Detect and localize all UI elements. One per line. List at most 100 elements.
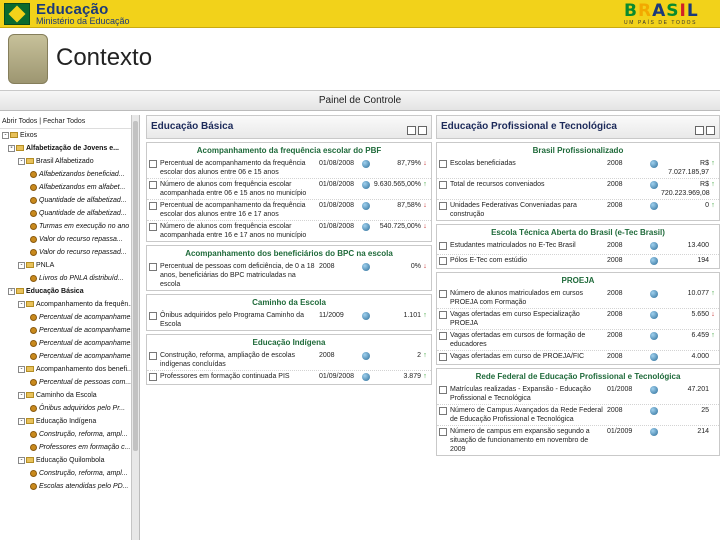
globe-icon[interactable] [650, 242, 658, 250]
indicator-description[interactable]: Estudantes matriculados no E-Tec Brasil [450, 241, 604, 250]
globe-icon[interactable] [362, 202, 370, 210]
indicator-description[interactable]: Número de alunos com frequência escolar … [160, 180, 316, 198]
tree-item[interactable]: Percentual de acompanhame... [0, 311, 139, 324]
row-checkbox[interactable] [149, 223, 157, 231]
row-checkbox[interactable] [149, 352, 157, 360]
expand-toggle-icon[interactable]: - [18, 417, 25, 425]
tree-item[interactable]: Percentual de acompanhame... [0, 350, 139, 363]
globe-icon[interactable] [650, 181, 658, 189]
row-checkbox[interactable] [439, 407, 447, 415]
indicator-description[interactable]: Ônibus adquiridos pelo Programa Caminho … [160, 311, 316, 329]
tree-scroll-thumb[interactable] [133, 121, 138, 451]
tree-item[interactable]: - Eixos [0, 129, 139, 142]
row-checkbox[interactable] [439, 332, 447, 340]
expand-toggle-icon[interactable]: - [2, 131, 9, 139]
indicator-description[interactable]: Número de campus em expansão segundo a s… [450, 427, 604, 454]
row-checkbox[interactable] [439, 428, 447, 436]
indicator-description[interactable]: Professores em formação continuada PIS [160, 372, 316, 381]
row-checkbox[interactable] [439, 181, 447, 189]
indicator-description[interactable]: Pólos E-Tec com estúdio [450, 256, 604, 265]
row-checkbox[interactable] [149, 312, 157, 320]
globe-icon[interactable] [650, 311, 658, 319]
indicator-description[interactable]: Percentual de acompanhamento da frequênc… [160, 201, 316, 219]
tree-item[interactable]: - Alfabetização de Jovens e... [0, 142, 139, 155]
row-checkbox[interactable] [149, 263, 157, 271]
tree-item[interactable]: Valor do recurso repassad... [0, 246, 139, 259]
tree-item[interactable]: - Caminho da Escola [0, 389, 139, 402]
expand-toggle-icon[interactable]: - [8, 287, 15, 295]
indicator-description[interactable]: Vagas ofertadas em curso Especialização … [450, 310, 604, 328]
row-checkbox[interactable] [439, 202, 447, 210]
globe-icon[interactable] [362, 373, 370, 381]
tree-toolbar[interactable]: Abrir Todos | Fechar Todos [0, 115, 139, 129]
tree-item[interactable]: - Acompanhamento da frequên... [0, 298, 139, 311]
tree-item[interactable]: - Educação Indígena [0, 415, 139, 428]
indicator-description[interactable]: Percentual de pessoas com deficiência, d… [160, 262, 316, 289]
globe-icon[interactable] [362, 352, 370, 360]
indicator-description[interactable]: Número de alunos matriculados em cursos … [450, 289, 604, 307]
expand-toggle-icon[interactable]: - [18, 157, 25, 165]
restore-icon[interactable] [695, 126, 704, 135]
indicator-description[interactable]: Matrículas realizadas - Expansão - Educa… [450, 385, 604, 403]
tree-item[interactable]: Alfabetizandos beneficiad... [0, 168, 139, 181]
indicator-description[interactable]: Construção, reforma, ampliação de escola… [160, 351, 316, 369]
tree-scrollbar[interactable] [131, 115, 139, 540]
indicator-description[interactable]: Unidades Federativas Conveniadas para co… [450, 201, 604, 219]
row-checkbox[interactable] [439, 311, 447, 319]
tree-item[interactable]: Turmas em execução no ano [0, 220, 139, 233]
globe-icon[interactable] [362, 181, 370, 189]
row-checkbox[interactable] [439, 386, 447, 394]
expand-toggle-icon[interactable]: - [8, 144, 15, 152]
tree-item[interactable]: Livros do PNLA distribuíd... [0, 272, 139, 285]
restore-icon[interactable] [407, 126, 416, 135]
tree-item[interactable]: Alfabetizandos em alfabet... [0, 181, 139, 194]
tree-item[interactable]: - PNLA [0, 259, 139, 272]
tree-item[interactable]: Escolas atendidas pelo PD... [0, 480, 139, 493]
expand-toggle-icon[interactable]: - [18, 261, 25, 269]
row-checkbox[interactable] [439, 290, 447, 298]
minimize-icon[interactable] [706, 126, 715, 135]
globe-icon[interactable] [650, 386, 658, 394]
tree-item[interactable]: Valor do recurso repassa... [0, 233, 139, 246]
globe-icon[interactable] [650, 202, 658, 210]
indicator-description[interactable]: Vagas ofertadas em curso de PROEJA/FIC [450, 352, 604, 361]
row-checkbox[interactable] [439, 160, 447, 168]
globe-icon[interactable] [650, 407, 658, 415]
tree-item[interactable]: Quantidade de alfabetizad... [0, 194, 139, 207]
minimize-icon[interactable] [418, 126, 427, 135]
tree-item[interactable]: Ônibus adquiridos pelo Pr... [0, 402, 139, 415]
tree-item[interactable]: - Acompanhamento dos benefi... [0, 363, 139, 376]
tree-item[interactable]: - Brasil Alfabetizado [0, 155, 139, 168]
indicator-description[interactable]: Percentual de acompanhamento da frequênc… [160, 159, 316, 177]
expand-toggle-icon[interactable]: - [18, 391, 25, 399]
tree-item[interactable]: Construção, reforma, ampl... [0, 467, 139, 480]
tree-item[interactable]: - Educação Básica [0, 285, 139, 298]
indicator-description[interactable]: Escolas beneficiadas [450, 159, 604, 168]
indicator-description[interactable]: Vagas ofertadas em cursos de formação de… [450, 331, 604, 349]
globe-icon[interactable] [362, 263, 370, 271]
globe-icon[interactable] [650, 332, 658, 340]
row-checkbox[interactable] [149, 202, 157, 210]
globe-icon[interactable] [362, 312, 370, 320]
indicator-description[interactable]: Número de Campus Avançados da Rede Feder… [450, 406, 604, 424]
expand-toggle-icon[interactable]: - [18, 456, 25, 464]
row-checkbox[interactable] [439, 257, 447, 265]
row-checkbox[interactable] [149, 181, 157, 189]
globe-icon[interactable] [362, 223, 370, 231]
globe-icon[interactable] [650, 428, 658, 436]
globe-icon[interactable] [650, 290, 658, 298]
tree-item[interactable]: Percentual de pessoas com... [0, 376, 139, 389]
expand-toggle-icon[interactable]: - [18, 365, 25, 373]
indicator-description[interactable]: Total de recursos conveniados [450, 180, 604, 189]
tree-item[interactable]: Construção, reforma, ampl... [0, 428, 139, 441]
tree-item[interactable]: Quantidade de alfabetizad... [0, 207, 139, 220]
indicator-description[interactable]: Número de alunos com frequência escolar … [160, 222, 316, 240]
globe-icon[interactable] [650, 353, 658, 361]
globe-icon[interactable] [650, 160, 658, 168]
row-checkbox[interactable] [149, 373, 157, 381]
row-checkbox[interactable] [439, 353, 447, 361]
tree-item[interactable]: Percentual de acompanhame... [0, 324, 139, 337]
row-checkbox[interactable] [439, 242, 447, 250]
globe-icon[interactable] [650, 257, 658, 265]
row-checkbox[interactable] [149, 160, 157, 168]
